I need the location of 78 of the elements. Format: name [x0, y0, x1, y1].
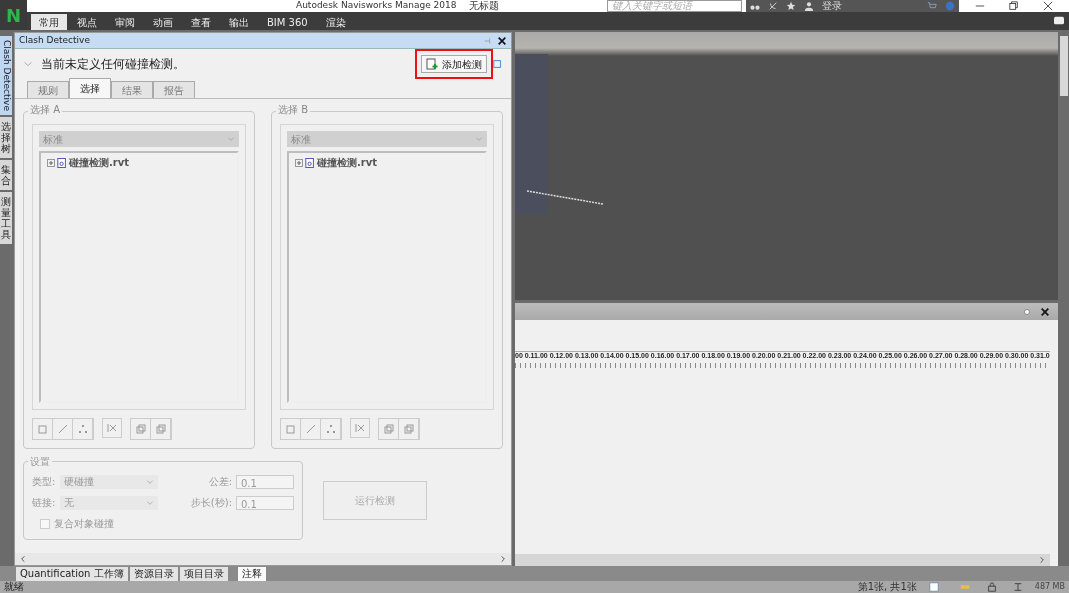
user-icon[interactable] [804, 1, 814, 11]
help-icon[interactable] [945, 1, 955, 11]
close-icon[interactable] [1040, 306, 1050, 317]
cube-icon [36, 423, 49, 435]
status-message: 当前未定义任何碰撞检测。 [41, 56, 185, 73]
side-tab[interactable]: 选择树 [0, 116, 12, 158]
pin-icon[interactable] [1022, 306, 1032, 317]
ribbon-tab[interactable]: 输出 [221, 14, 257, 30]
scroll-right-icon[interactable] [1038, 556, 1046, 564]
tree-item[interactable]: 碰撞检测.rvt [43, 155, 235, 170]
ribbon-tab[interactable]: BIM 360 [259, 14, 316, 30]
sheet-icon[interactable] [928, 582, 939, 592]
panel-tab[interactable]: 选择 [69, 78, 111, 98]
file-icon [305, 156, 315, 169]
lock-icon[interactable] [986, 582, 997, 592]
status-text: 就绪 [4, 581, 24, 593]
line-icon [56, 423, 69, 435]
ribbon-tab[interactable]: 查看 [183, 14, 219, 30]
bottom-tab[interactable]: Quantification 工作簿 [16, 567, 128, 581]
tree-item[interactable]: 碰撞检测.rvt [291, 155, 483, 170]
group-title: 选择 B [276, 104, 311, 116]
login-link[interactable]: 登录 [822, 0, 842, 12]
line-icon [304, 423, 317, 435]
panel-title: Clash Detective [19, 33, 90, 47]
3d-viewport[interactable] [515, 32, 1058, 300]
cross-icon [354, 422, 366, 434]
ribbon-tab[interactable]: 动画 [145, 14, 181, 30]
restore-icon[interactable] [1009, 1, 1019, 11]
bottom-tab[interactable]: 资源目录 [129, 567, 178, 581]
cube-icon [284, 423, 297, 435]
bottom-tab[interactable]: 项目目录 [179, 567, 228, 581]
add-document-icon [426, 58, 438, 70]
ribbon-tab[interactable]: 常用 [31, 14, 67, 30]
group-title: 设置 [28, 454, 52, 469]
chevron-down-icon[interactable] [23, 59, 33, 69]
side-tab[interactable]: Clash Detective [0, 36, 12, 115]
window-title: Autodesk Navisworks Manage 2018 [296, 0, 457, 13]
copy-icon [402, 423, 415, 435]
field-label: 步长(秒): [190, 496, 232, 510]
file-icon [57, 156, 67, 169]
expand-toggle[interactable] [47, 158, 55, 167]
document-title: 无标题 [468, 0, 499, 12]
expand-toggle[interactable] [295, 158, 303, 167]
star-icon[interactable] [786, 1, 796, 11]
side-tab[interactable]: 测量工具 [0, 191, 12, 244]
points-icon [324, 423, 337, 435]
ribbon-tab[interactable]: 审阅 [107, 14, 143, 30]
sheet-indicator: 第1张, 共1张 [857, 581, 917, 593]
copy-icon [134, 423, 147, 435]
self-intersect-button[interactable] [102, 418, 122, 438]
ribbon-tab[interactable]: 渲染 [317, 14, 354, 30]
ribbon-tab[interactable]: 视点 [69, 14, 105, 30]
field-label: 类型: [32, 475, 56, 489]
horizontal-scrollbar[interactable] [15, 553, 511, 565]
panel-tab[interactable]: 报告 [153, 81, 195, 98]
cross-icon [106, 422, 118, 434]
close-icon[interactable] [1043, 1, 1053, 11]
copy-icon [154, 423, 167, 435]
bottom-tab[interactable]: 注释 [237, 567, 266, 581]
checkbox-label: 复合对象碰撞 [54, 517, 114, 531]
copy-icon [382, 423, 395, 435]
self-intersect-button[interactable] [350, 418, 370, 438]
panel-tab[interactable]: 规则 [27, 81, 69, 98]
memory-usage: 487 MB [1034, 581, 1065, 593]
app-logo[interactable]: N [0, 0, 27, 30]
group-title: 选择 A [28, 104, 63, 116]
scroll-right-icon[interactable] [499, 555, 507, 563]
field-label: 公差: [208, 475, 232, 489]
composite-checkbox[interactable] [40, 518, 50, 529]
cart-icon[interactable] [927, 1, 937, 11]
close-icon[interactable] [497, 35, 507, 46]
points-icon [76, 423, 89, 435]
panel-tab[interactable]: 结果 [111, 81, 153, 98]
field-label: 链接: [32, 496, 56, 510]
horizontal-scrollbar[interactable] [515, 554, 1050, 566]
scroll-left-icon[interactable] [19, 555, 27, 563]
collapse-icon[interactable] [1053, 16, 1065, 26]
side-tab[interactable]: 集合 [0, 159, 12, 190]
